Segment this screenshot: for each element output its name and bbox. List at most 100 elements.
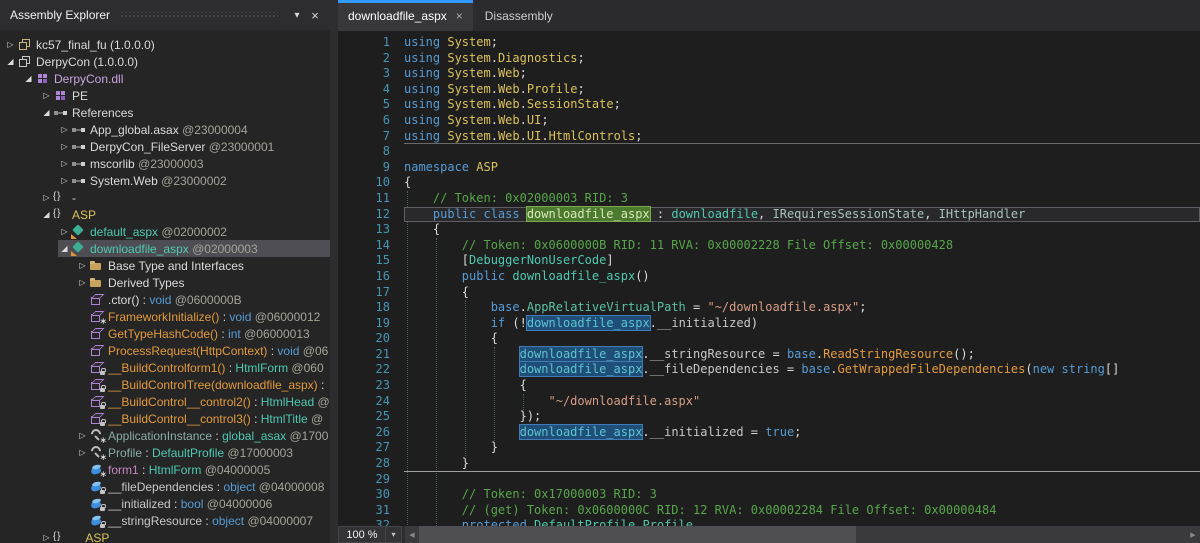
- text-segment: downloadfile_aspx: [90, 242, 189, 256]
- line-content: public downloadfile_aspx(): [404, 269, 1200, 285]
- code-line: 17 {: [338, 285, 1200, 301]
- scroll-right-icon[interactable]: ▶: [1186, 531, 1200, 539]
- tree-item[interactable]: ∗form1 : HtmlForm @04000005: [0, 461, 330, 478]
- tree-item[interactable]: ◢DerpyCon (1.0.0.0): [0, 53, 330, 70]
- tree-item-label: PE: [72, 89, 88, 103]
- tree-item[interactable]: ◢References: [0, 104, 330, 121]
- expander-collapsed-icon[interactable]: ▷: [40, 189, 53, 206]
- expander-expanded-icon[interactable]: ◢: [40, 104, 53, 121]
- text-segment: __BuildControl__control3(): [108, 412, 251, 426]
- text-segment: using: [404, 35, 447, 49]
- tree-item[interactable]: __BuildControlTree(downloadfile_aspx) :: [0, 376, 330, 393]
- tree-item[interactable]: __BuildControlform1() : HtmlForm @060: [0, 359, 330, 376]
- text-segment: :: [142, 446, 152, 460]
- expander-collapsed-icon[interactable]: ▷: [58, 155, 71, 172]
- text-segment: Web: [498, 113, 520, 127]
- line-content: {: [404, 222, 1200, 238]
- text-segment: }: [404, 456, 469, 470]
- tab-disassembly[interactable]: Disassembly: [475, 0, 563, 31]
- text-segment: __BuildControlTree(downloadfile_aspx): [108, 378, 318, 392]
- expander-collapsed-icon[interactable]: ▷: [76, 257, 89, 274]
- expander-collapsed-icon[interactable]: ▷: [40, 87, 53, 104]
- scrollbar-thumb[interactable]: [419, 526, 856, 543]
- tree-item[interactable]: .ctor() : void @0600000B: [0, 291, 330, 308]
- zoom-level-dropdown[interactable]: 100 %: [338, 526, 386, 543]
- expander-collapsed-icon[interactable]: ▷: [76, 444, 89, 461]
- tree-item[interactable]: __stringResource : object @04000007: [0, 512, 330, 529]
- expander-collapsed-icon[interactable]: ▷: [76, 274, 89, 291]
- panel-drag-handle[interactable]: [120, 12, 278, 19]
- tree-item-label: Profile : DefaultProfile @17000003: [108, 446, 293, 460]
- text-segment: __BuildControlform1(): [108, 361, 225, 375]
- tree-item[interactable]: ▷-: [0, 189, 330, 206]
- tree-item[interactable]: ◢ASP: [0, 206, 330, 223]
- field-icon: [89, 479, 104, 494]
- text-segment: ,: [758, 207, 772, 221]
- text-segment: ASP: [476, 160, 498, 174]
- lock-overlay-icon: [100, 490, 105, 494]
- tree-item[interactable]: ▷kc57_final_fu (1.0.0.0): [0, 36, 330, 53]
- tree-item[interactable]: ▷App_global.asax @23000004: [0, 121, 330, 138]
- folder-icon: [89, 275, 104, 290]
- line-number: 30: [338, 487, 404, 503]
- tree-item-content: ◢downloadfile_aspx @02000003: [58, 240, 330, 257]
- text-segment: @06: [299, 344, 328, 358]
- line-number: 9: [338, 160, 404, 176]
- class-icon: [71, 224, 86, 239]
- tab-downloadfile-aspx[interactable]: downloadfile_aspx ×: [338, 0, 473, 31]
- zoom-dropdown-chevron-down-icon[interactable]: ▾: [386, 526, 402, 543]
- tree-item[interactable]: ▷System.Web @23000002: [0, 172, 330, 189]
- code-editor[interactable]: 1using System;2using System.Diagnostics;…: [338, 31, 1200, 543]
- lock-overlay-icon: [100, 388, 105, 392]
- tree-item[interactable]: ∗FrameworkInitialize() : void @06000012: [0, 308, 330, 325]
- tree-item-content: __BuildControl__control2() : HtmlHead @: [76, 393, 330, 410]
- tree-item[interactable]: ◢DerpyCon.dll: [0, 70, 330, 87]
- dnspy-window: Assembly Explorer ▾ × ▷kc57_final_fu (1.…: [0, 0, 1200, 543]
- tree-item[interactable]: ▷DerpyCon_FileServer @23000001: [0, 138, 330, 155]
- tree-item[interactable]: GetTypeHashCode() : int @06000013: [0, 325, 330, 342]
- tree-item[interactable]: ProcessRequest(HttpContext) : void @06: [0, 342, 330, 359]
- expander-collapsed-icon[interactable]: ▷: [58, 172, 71, 189]
- panel-close-icon[interactable]: ×: [306, 8, 324, 23]
- text-segment: @23000002: [158, 174, 227, 188]
- expander-expanded-icon[interactable]: ◢: [58, 240, 71, 257]
- text-segment: void: [277, 344, 299, 358]
- tree-item[interactable]: ▷mscorlib @23000003: [0, 155, 330, 172]
- tree-item[interactable]: ▷Derived Types: [0, 274, 330, 291]
- expander-collapsed-icon[interactable]: ▷: [58, 223, 71, 240]
- expander-collapsed-icon[interactable]: ▷: [58, 121, 71, 138]
- text-segment: form1: [108, 463, 139, 477]
- expander-expanded-icon[interactable]: ◢: [40, 206, 53, 223]
- tree-item[interactable]: ▷__ASP: [0, 529, 330, 543]
- panel-menu-chevron-down-icon[interactable]: ▾: [288, 10, 306, 21]
- expander-expanded-icon[interactable]: ◢: [22, 70, 35, 87]
- tree-item[interactable]: ◢downloadfile_aspx @02000003: [0, 240, 330, 257]
- tree-item[interactable]: __BuildControl__control2() : HtmlHead @: [0, 393, 330, 410]
- module-icon: [35, 71, 50, 86]
- expander-collapsed-icon[interactable]: ▷: [76, 427, 89, 444]
- tree-item[interactable]: __fileDependencies : object @04000008: [0, 478, 330, 495]
- text-segment: .: [816, 347, 823, 361]
- text-segment: AppRelativeVirtualPath: [527, 300, 686, 314]
- assembly-reference-icon: [71, 122, 86, 137]
- tree-item[interactable]: ▷default_aspx @02000002: [0, 223, 330, 240]
- line-number: 6: [338, 113, 404, 129]
- text-segment: DefaultProfile: [152, 446, 224, 460]
- tree-item[interactable]: __initialized : bool @04000006: [0, 495, 330, 512]
- expander-expanded-icon[interactable]: ◢: [4, 53, 17, 70]
- expander-collapsed-icon[interactable]: ▷: [4, 36, 17, 53]
- expander-collapsed-icon[interactable]: ▷: [40, 529, 53, 543]
- line-number: 27: [338, 440, 404, 456]
- tree-item[interactable]: ▷Base Type and Interfaces: [0, 257, 330, 274]
- tree-item[interactable]: __BuildControl__control3() : HtmlTitle @: [0, 410, 330, 427]
- expander-collapsed-icon[interactable]: ▷: [58, 138, 71, 155]
- tree-item[interactable]: ▷ PE: [0, 87, 330, 104]
- line-content: [404, 472, 1200, 488]
- tab-close-icon[interactable]: ×: [456, 10, 463, 22]
- scroll-left-icon[interactable]: ◀: [405, 531, 419, 539]
- assembly-reference-icon: [71, 173, 86, 188]
- tree-item[interactable]: ▷∗ApplicationInstance : global_asax @170…: [0, 427, 330, 444]
- tree-item[interactable]: ▷∗Profile : DefaultProfile @17000003: [0, 444, 330, 461]
- horizontal-scrollbar[interactable]: ◀ ▶: [405, 526, 1200, 543]
- line-number: 17: [338, 285, 404, 301]
